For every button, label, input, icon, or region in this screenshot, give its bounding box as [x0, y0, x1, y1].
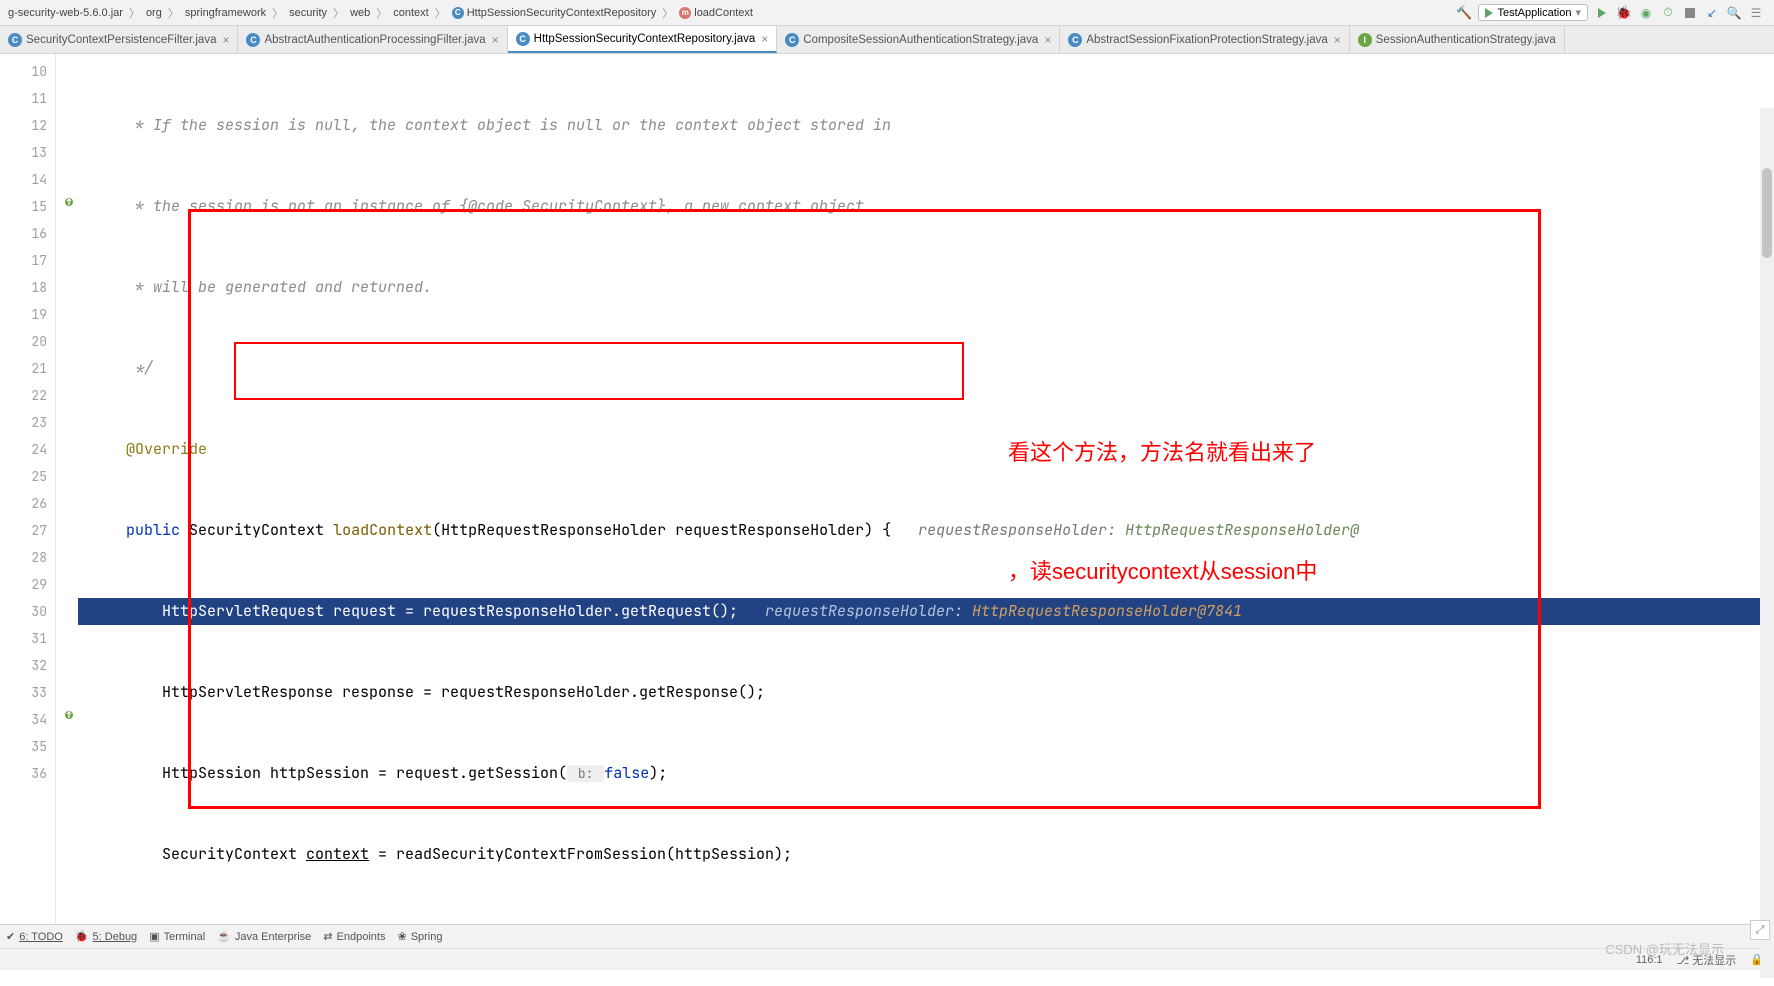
close-icon[interactable]: × [761, 32, 768, 46]
crumb-class[interactable]: CHttpSessionSecurityContextRepository [448, 7, 661, 19]
git-update-button[interactable]: ↙ [1704, 5, 1720, 21]
stop-button[interactable] [1682, 5, 1698, 21]
gutter-markers [56, 54, 78, 924]
breadcrumb: g-security-web-5.6.0.jar〉 org〉 springfra… [4, 5, 1456, 21]
csdn-watermark: CSDN @玩无法显示 [1605, 939, 1724, 958]
line-number-gutter: 1011121314151617181920212223242526272829… [0, 54, 56, 924]
class-icon: C [1068, 33, 1082, 47]
chevron-right-icon: 〉 [374, 5, 389, 21]
tab-terminal[interactable]: ▣ Terminal [149, 930, 205, 943]
highlighted-line: HttpServletRequest request = requestResp… [78, 598, 1774, 625]
tab-http-session-security-context-repository[interactable]: CHttpSessionSecurityContextRepository.ja… [508, 26, 778, 53]
tab-abstract-authentication-processing-filter[interactable]: CAbstractAuthenticationProcessingFilter.… [238, 26, 507, 53]
chevron-down-icon: ▾ [1575, 6, 1581, 19]
debug-button[interactable]: 🐞 [1616, 5, 1632, 21]
crumb-springframework[interactable]: springframework [181, 7, 270, 19]
chevron-right-icon: 〉 [433, 5, 448, 21]
scrollbar-thumb[interactable] [1762, 168, 1772, 258]
editor-tabs: CSecurityContextPersistenceFilter.java× … [0, 26, 1774, 54]
coverage-button[interactable]: ◉ [1638, 5, 1654, 21]
crumb-context[interactable]: context [389, 7, 432, 19]
class-icon: C [516, 32, 530, 46]
crumb-method[interactable]: mloadContext [675, 7, 757, 19]
tab-security-context-persistence-filter[interactable]: CSecurityContextPersistenceFilter.java× [0, 26, 238, 53]
chevron-right-icon: 〉 [270, 5, 285, 21]
build-icon[interactable]: 🔨 [1456, 5, 1472, 21]
annotation-text: 看这个方法，方法名就看出来了 ，读securitycontext从session… [1008, 354, 1317, 671]
tab-endpoints[interactable]: ⇄ Endpoints [323, 930, 385, 943]
run-toolbar: 🔨 TestApplication ▾ 🐞 ◉ ⏱ ↙ 🔍 ☰ [1456, 4, 1770, 21]
chevron-right-icon: 〉 [127, 5, 142, 21]
code-editor[interactable]: 1011121314151617181920212223242526272829… [0, 54, 1774, 924]
navigation-bar: g-security-web-5.6.0.jar〉 org〉 springfra… [0, 0, 1774, 26]
tab-spring[interactable]: ❀ Spring [397, 930, 442, 943]
vertical-scrollbar[interactable] [1760, 108, 1774, 978]
search-icon[interactable]: 🔍 [1726, 5, 1742, 21]
close-icon[interactable]: × [1044, 33, 1051, 47]
overlay-badge[interactable]: ⤢ [1750, 920, 1770, 940]
class-icon: C [246, 33, 260, 47]
override-up-icon[interactable] [64, 710, 74, 720]
run-config-dropdown[interactable]: TestApplication ▾ [1478, 4, 1588, 21]
settings-icon[interactable]: ☰ [1748, 5, 1764, 21]
run-config-label: TestApplication [1497, 7, 1571, 19]
interface-icon: I [1358, 33, 1372, 47]
run-button[interactable] [1594, 5, 1610, 21]
code-content[interactable]: * If the session is null, the context ob… [78, 54, 1774, 924]
tab-todo[interactable]: ✔ 6: TODO [6, 930, 63, 943]
tab-java-enterprise[interactable]: ☕ Java Enterprise [217, 930, 311, 943]
chevron-right-icon: 〉 [166, 5, 181, 21]
tab-session-authentication-strategy[interactable]: ISessionAuthenticationStrategy.java [1350, 26, 1565, 53]
tab-composite-session-authentication-strategy[interactable]: CCompositeSessionAuthenticationStrategy.… [777, 26, 1060, 53]
bottom-tool-tabs: ✔ 6: TODO 🐞 5: Debug ▣ Terminal ☕ Java E… [0, 924, 1774, 948]
run-config-icon [1485, 8, 1493, 18]
close-icon[interactable]: × [492, 33, 499, 47]
profile-button[interactable]: ⏱ [1660, 5, 1676, 21]
chevron-right-icon: 〉 [331, 5, 346, 21]
class-icon: C [452, 7, 464, 19]
crumb-jar[interactable]: g-security-web-5.6.0.jar [4, 7, 127, 19]
close-icon[interactable]: × [222, 33, 229, 47]
close-icon[interactable]: × [1334, 33, 1341, 47]
method-icon: m [679, 7, 691, 19]
tab-abstract-session-fixation-protection-strategy[interactable]: CAbstractSessionFixationProtectionStrate… [1060, 26, 1349, 53]
crumb-web[interactable]: web [346, 7, 374, 19]
crumb-security[interactable]: security [285, 7, 331, 19]
tab-debug[interactable]: 🐞 5: Debug [75, 930, 137, 943]
class-icon: C [8, 33, 22, 47]
crumb-org[interactable]: org [142, 7, 166, 19]
status-bar: 116:1 ⎇ 无法显示 🔒 [0, 948, 1774, 970]
chevron-right-icon: 〉 [660, 5, 675, 21]
class-icon: C [785, 33, 799, 47]
override-up-icon[interactable] [64, 197, 74, 207]
